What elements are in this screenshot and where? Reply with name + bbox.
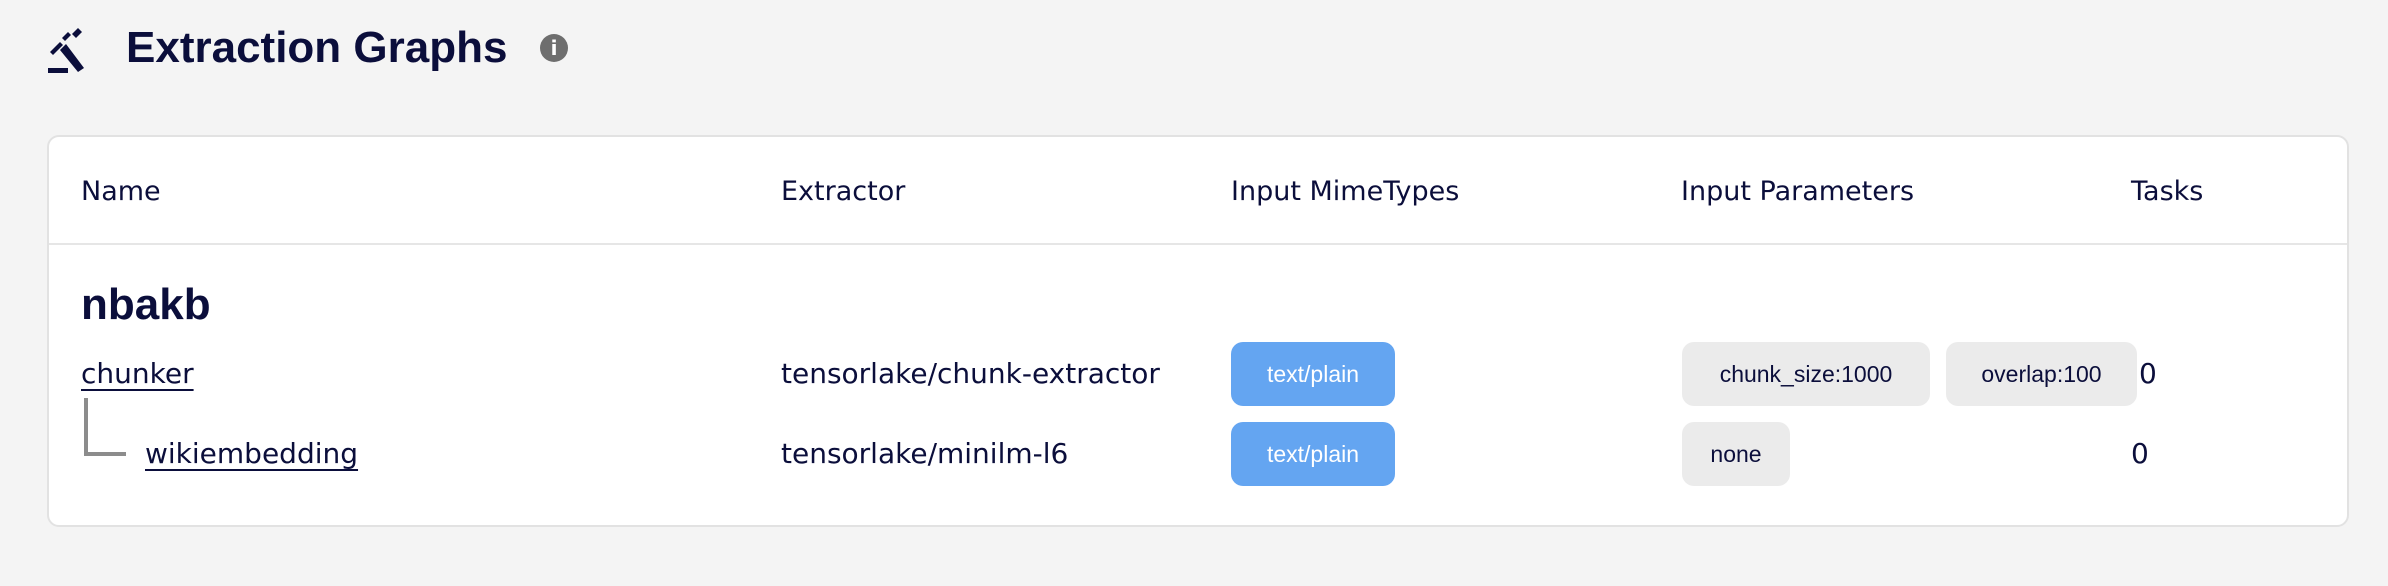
page-title: Extraction Graphs xyxy=(126,23,508,72)
column-header-mimetypes: Input MimeTypes xyxy=(1231,176,1460,207)
column-header-extractor: Extractor xyxy=(781,176,906,207)
extractor-name: tensorlake/minilm-l6 xyxy=(781,437,1069,470)
extraction-graphs-table xyxy=(47,135,2349,527)
header-divider xyxy=(49,243,2347,245)
tasks-count: 0 xyxy=(2139,357,2157,390)
mime-type-chip: text/plain xyxy=(1231,422,1395,486)
column-header-parameters: Input Parameters xyxy=(1681,176,1915,207)
column-header-name: Name xyxy=(81,176,161,207)
param-chip: none xyxy=(1682,422,1790,486)
gavel-icon xyxy=(48,28,84,73)
graph-name: nbakb xyxy=(81,280,211,329)
extractor-link-wikiembedding[interactable]: wikiembedding xyxy=(145,434,358,474)
tree-connector xyxy=(84,398,88,456)
extractor-name: tensorlake/chunk-extractor xyxy=(781,357,1160,390)
param-chip: overlap:100 xyxy=(1946,342,2137,406)
tasks-count: 0 xyxy=(2131,437,2149,470)
param-chip: chunk_size:1000 xyxy=(1682,342,1930,406)
extractor-link-chunker[interactable]: chunker xyxy=(81,354,194,394)
tree-connector xyxy=(84,452,126,456)
column-header-tasks: Tasks xyxy=(2131,176,2204,207)
info-icon[interactable]: i xyxy=(540,34,568,62)
mime-type-chip: text/plain xyxy=(1231,342,1395,406)
